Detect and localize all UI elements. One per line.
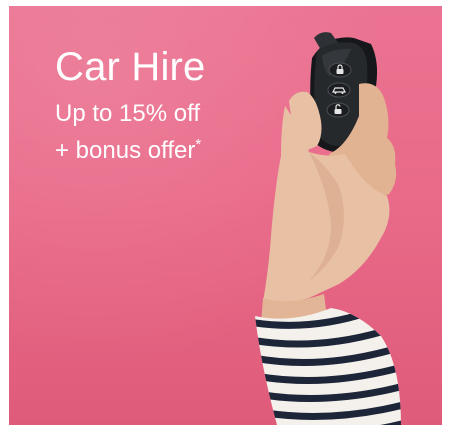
- unlock-icon: [326, 102, 350, 118]
- car-icon: [327, 82, 351, 98]
- hand-holding-car-key-icon: [255, 32, 401, 425]
- lock-icon: [328, 62, 352, 78]
- car-hire-promo-banner[interactable]: Car Hire Up to 15% off + bonus offer*: [9, 6, 442, 425]
